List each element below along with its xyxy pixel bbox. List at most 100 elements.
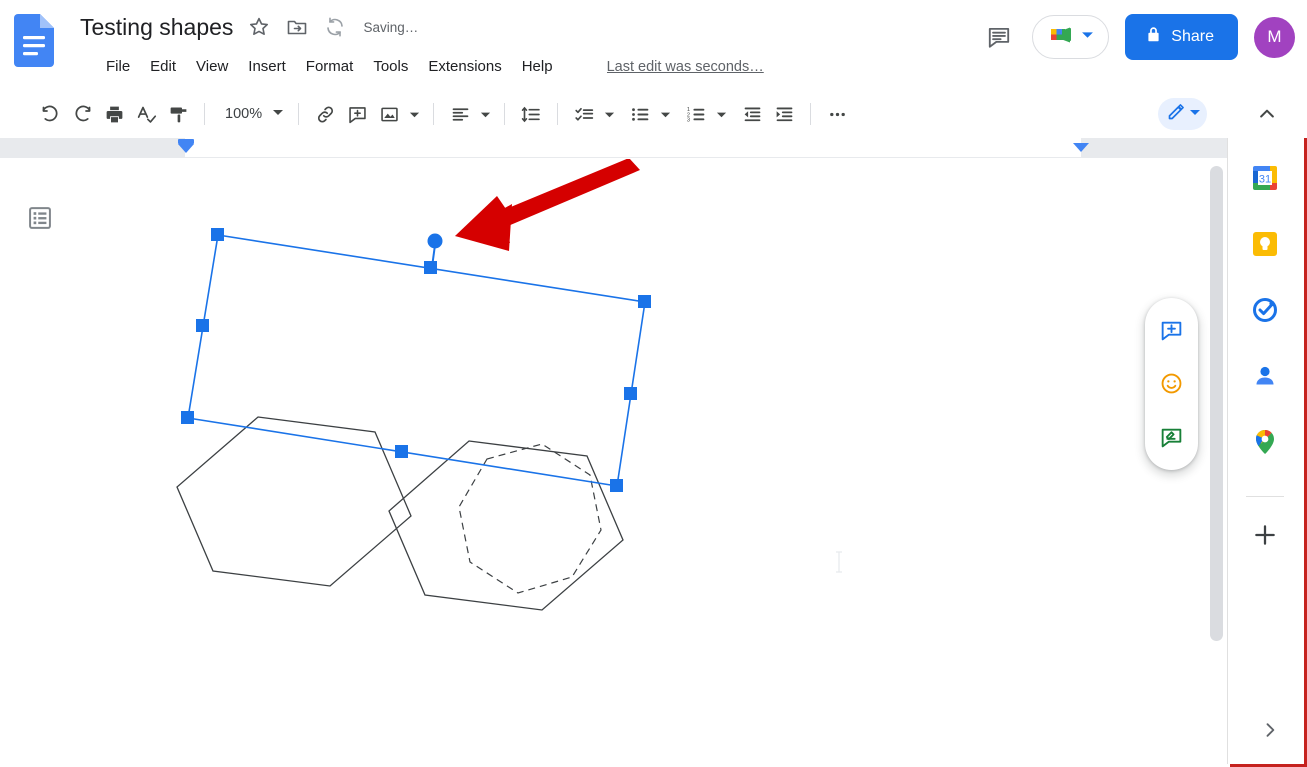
- toolbar-divider: [810, 103, 812, 125]
- google-meet-icon: [1045, 22, 1075, 53]
- handle-middle-left: [196, 319, 209, 332]
- menu-edit[interactable]: Edit: [140, 54, 186, 80]
- fab-suggest-edit[interactable]: [1153, 418, 1191, 456]
- fab-add-comment[interactable]: [1153, 312, 1191, 350]
- side-google-tasks[interactable]: [1243, 290, 1287, 334]
- floating-action-pill: [1145, 298, 1198, 470]
- fab-emoji-reaction[interactable]: [1153, 365, 1191, 403]
- comment-history-button[interactable]: [982, 20, 1016, 54]
- last-edit-link[interactable]: Last edit was seconds…: [607, 59, 764, 75]
- line-spacing-button[interactable]: [515, 98, 547, 130]
- chevron-down-icon: [1081, 28, 1094, 46]
- chevron-right-icon: [1260, 720, 1280, 745]
- numbered-list-button[interactable]: 1 2 3: [680, 98, 712, 130]
- avatar-initial: M: [1267, 27, 1282, 46]
- save-status: Saving…: [363, 19, 419, 35]
- google-tasks-icon: [1251, 296, 1279, 329]
- share-button-label: Share: [1171, 28, 1214, 45]
- add-ons-plus-icon: [1252, 522, 1278, 553]
- share-button[interactable]: Share: [1125, 14, 1238, 60]
- checklist-caret[interactable]: [600, 98, 618, 130]
- zoom-value: 100%: [225, 106, 263, 122]
- calendar-day-number: 31: [1258, 173, 1270, 185]
- ruler-right-margin: [1081, 138, 1230, 157]
- document-outline-icon[interactable]: [26, 204, 54, 232]
- menu-insert[interactable]: Insert: [238, 54, 296, 80]
- handle-bottom-right: [610, 479, 623, 492]
- side-add-ons-button[interactable]: [1243, 515, 1287, 559]
- paint-format-button[interactable]: [162, 98, 194, 130]
- menu-view[interactable]: View: [186, 54, 238, 80]
- side-google-keep[interactable]: [1243, 224, 1287, 268]
- avatar[interactable]: M: [1254, 16, 1295, 58]
- increase-indent-button[interactable]: [768, 98, 800, 130]
- toolbar-divider: [298, 103, 300, 125]
- vertical-scrollbar-thumb[interactable]: [1210, 166, 1223, 641]
- handle-top-right: [638, 295, 651, 308]
- numbered-list-caret[interactable]: [712, 98, 730, 130]
- star-icon[interactable]: [247, 15, 271, 39]
- menu-format[interactable]: Format: [296, 54, 364, 80]
- rotation-handle: [427, 233, 443, 249]
- handle-top-left: [211, 228, 224, 241]
- side-google-calendar[interactable]: 31: [1243, 158, 1287, 202]
- ruler-left-margin: [0, 138, 185, 157]
- side-panel-divider: [1245, 496, 1284, 497]
- menu-tools[interactable]: Tools: [363, 54, 418, 80]
- handle-middle-right: [624, 387, 637, 400]
- undo-button[interactable]: [34, 98, 66, 130]
- toolbar-divider: [204, 103, 205, 125]
- header-actions: Share M: [982, 14, 1295, 60]
- spellcheck-button[interactable]: [130, 98, 162, 130]
- toolbar-divider: [557, 103, 559, 125]
- hexagon-left: [176, 416, 412, 587]
- title-row: Testing shapes Saving…: [80, 12, 418, 42]
- expand-side-panel-button[interactable]: [1250, 712, 1290, 752]
- google-contacts-icon: [1251, 362, 1279, 395]
- bulleted-list-button[interactable]: [624, 98, 656, 130]
- zoom-selector[interactable]: 100%: [215, 99, 288, 129]
- insert-image-button[interactable]: [373, 98, 405, 130]
- red-annotation-arrow: [455, 159, 640, 251]
- toolbar-divider: [433, 103, 435, 125]
- google-maps-icon: [1252, 428, 1278, 461]
- print-button[interactable]: [98, 98, 130, 130]
- insert-image-caret[interactable]: [405, 98, 423, 130]
- formatting-toolbar: 100% 1 2 3: [0, 90, 1307, 138]
- bulleted-list-caret[interactable]: [656, 98, 674, 130]
- right-indent-marker[interactable]: [1073, 143, 1089, 152]
- google-meet-button[interactable]: [1032, 15, 1110, 59]
- add-comment-button[interactable]: [341, 98, 373, 130]
- document-canvas[interactable]: [0, 159, 1230, 767]
- handle-bottom-left: [181, 411, 194, 424]
- redo-button[interactable]: [66, 98, 98, 130]
- align-button[interactable]: [444, 98, 476, 130]
- header-bar: Testing shapes Saving… File Edit View In…: [0, 0, 1307, 90]
- more-options-button[interactable]: [821, 98, 853, 130]
- menu-help[interactable]: Help: [512, 54, 563, 80]
- left-indent-marker[interactable]: [177, 139, 195, 157]
- decrease-indent-button[interactable]: [736, 98, 768, 130]
- google-docs-logo[interactable]: [14, 14, 54, 67]
- checklist-button[interactable]: [568, 98, 600, 130]
- chevron-down-icon: [272, 105, 284, 123]
- ruler[interactable]: [0, 138, 1230, 158]
- insert-link-button[interactable]: [309, 98, 341, 130]
- menu-file[interactable]: File: [96, 54, 140, 80]
- side-google-contacts[interactable]: [1243, 356, 1287, 400]
- lock-icon: [1145, 26, 1162, 48]
- side-google-maps[interactable]: [1243, 422, 1287, 466]
- google-docs-window: Testing shapes Saving… File Edit View In…: [0, 0, 1307, 767]
- handle-top-middle: [424, 261, 437, 274]
- page-title[interactable]: Testing shapes: [80, 12, 233, 42]
- shape-selection-group[interactable]: [0, 159, 1230, 767]
- collapse-toolbar-button[interactable]: [1251, 98, 1283, 130]
- google-calendar-icon: 31: [1251, 164, 1279, 197]
- move-to-folder-icon[interactable]: [285, 15, 309, 39]
- selection-bounding-box: [187, 234, 646, 487]
- chevron-down-icon: [1189, 105, 1201, 123]
- menu-extensions[interactable]: Extensions: [418, 54, 511, 80]
- rotation-handle-stem: [431, 244, 436, 268]
- editing-mode-selector[interactable]: [1158, 98, 1207, 130]
- align-caret[interactable]: [476, 98, 494, 130]
